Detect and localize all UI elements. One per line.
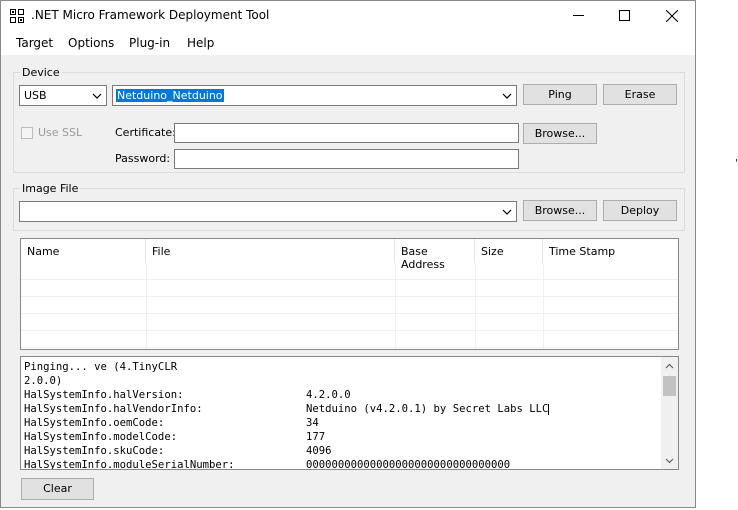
stray-mark: ': [735, 158, 738, 169]
erase-button[interactable]: Erase: [603, 84, 677, 105]
list-header: Name File Base Address Size Time Stamp: [21, 239, 678, 271]
certificate-input[interactable]: [174, 123, 519, 143]
list-row: [21, 297, 678, 314]
maximize-button[interactable]: [601, 1, 647, 31]
column-time-stamp[interactable]: Time Stamp: [543, 239, 678, 263]
chevron-down-icon: [92, 93, 102, 99]
column-name[interactable]: Name: [21, 239, 146, 263]
output-line: HalSystemInfo.halVersion: 4.2.0.0: [24, 389, 351, 401]
output-line: Pinging... ve (4.TinyCLR: [24, 361, 178, 373]
output-line: 2.0.0): [24, 375, 63, 387]
menu-target[interactable]: Target: [16, 36, 53, 50]
title-bar: .NET Micro Framework Deployment Tool: [1, 1, 695, 31]
image-file-select[interactable]: [19, 201, 517, 222]
output-line: HalSystemInfo.oemCode: 34: [24, 417, 319, 429]
output-line: HalSystemInfo.moduleSerialNumber: 0000000…: [24, 459, 511, 470]
use-ssl-checkbox[interactable]: [21, 127, 33, 139]
deployment-tool-window: .NET Micro Framework Deployment Tool Tar…: [0, 0, 696, 508]
list-row: [21, 331, 678, 348]
transport-select[interactable]: USB: [19, 85, 107, 106]
chevron-down-icon[interactable]: [665, 456, 674, 465]
menu-plugin[interactable]: Plug-in: [129, 36, 170, 50]
deploy-button[interactable]: Deploy: [603, 200, 677, 221]
certificate-browse-button[interactable]: Browse...: [523, 123, 597, 144]
text-caret: [548, 403, 550, 415]
list-row: [21, 314, 678, 331]
output-line: HalSystemInfo.modelCode: 177: [24, 431, 326, 443]
menu-options[interactable]: Options: [68, 36, 114, 50]
use-ssl-label: Use SSL: [38, 126, 83, 139]
menu-bar: Target Options Plug-in Help: [1, 31, 695, 55]
transport-value: USB: [24, 89, 47, 102]
ping-button[interactable]: Ping: [523, 84, 597, 105]
chevron-up-icon[interactable]: [665, 362, 674, 371]
password-input[interactable]: [174, 149, 519, 169]
minimize-button[interactable]: [555, 1, 601, 31]
output-scrollbar[interactable]: [661, 357, 678, 469]
column-file[interactable]: File: [146, 239, 395, 263]
output-line: HalSystemInfo.skuCode: 4096: [24, 445, 332, 457]
menu-help[interactable]: Help: [187, 36, 214, 50]
output-line: HalSystemInfo.halVendorInfo: Netduino (v4…: [24, 403, 550, 415]
device-group-label: Device: [20, 66, 62, 79]
chevron-down-icon: [502, 93, 512, 99]
close-icon: [665, 9, 679, 23]
device-select[interactable]: Netduino_Netduino: [112, 85, 517, 106]
list-row: [21, 280, 678, 297]
clear-button[interactable]: Clear: [21, 478, 94, 500]
device-name-value: Netduino_Netduino: [116, 89, 224, 102]
column-base-address[interactable]: Base Address: [395, 239, 475, 271]
image-list[interactable]: Name File Base Address Size Time Stamp: [20, 238, 679, 350]
image-file-group-label: Image File: [20, 182, 81, 195]
column-size[interactable]: Size: [475, 239, 543, 263]
chevron-down-icon: [502, 209, 512, 215]
app-icon: [10, 9, 24, 23]
window-title: .NET Micro Framework Deployment Tool: [31, 8, 270, 22]
maximize-icon: [618, 10, 630, 21]
certificate-label: Certificate:: [115, 126, 176, 139]
password-label: Password:: [115, 152, 171, 165]
close-button[interactable]: [649, 1, 695, 31]
output-log[interactable]: Pinging... ve (4.TinyCLR 2.0.0) HalSyste…: [20, 356, 679, 470]
list-row: [21, 263, 678, 280]
scrollbar-thumb[interactable]: [663, 376, 676, 396]
minimize-icon: [572, 15, 584, 16]
image-browse-button[interactable]: Browse...: [523, 200, 597, 221]
